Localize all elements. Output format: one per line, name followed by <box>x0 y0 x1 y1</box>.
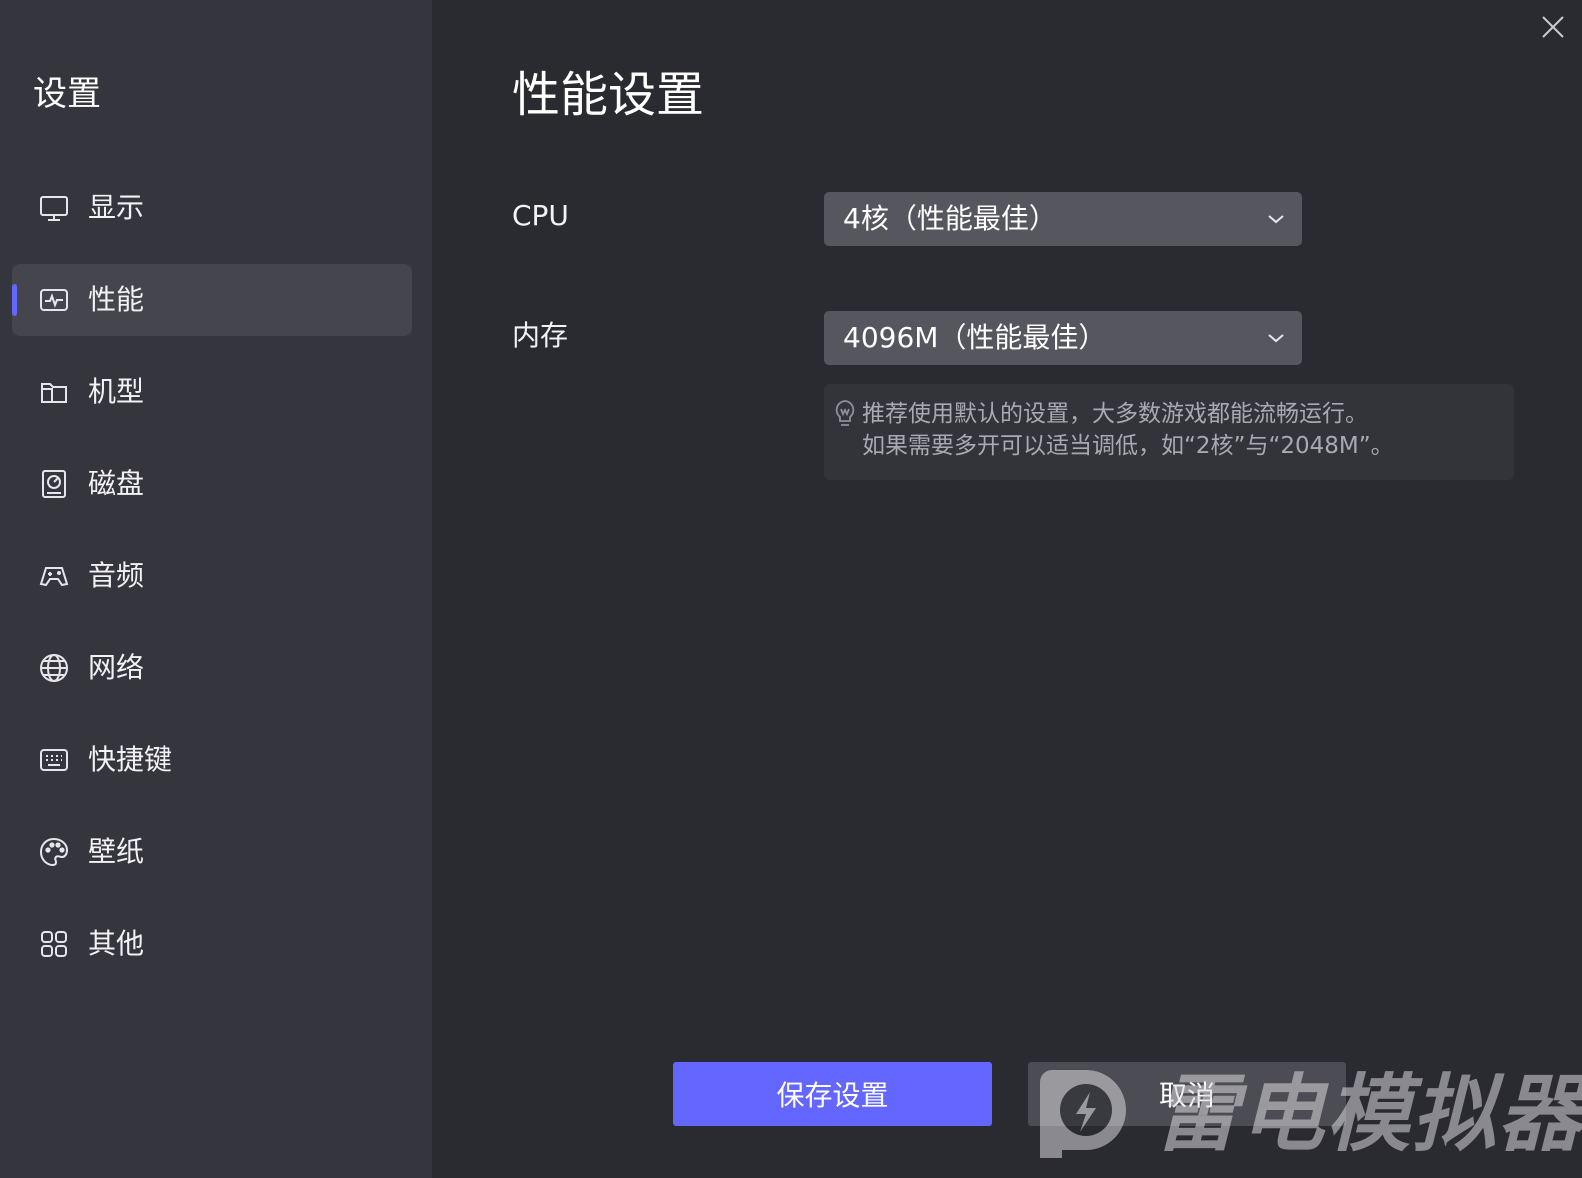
hint-box: 推荐使用默认的设置，大多数游戏都能流畅运行。 如果需要多开可以适当调低，如“2核… <box>824 384 1514 480</box>
sidebar-item-network[interactable]: 网络 <box>12 632 412 704</box>
disk-icon <box>38 468 70 500</box>
sidebar-item-label: 性能 <box>88 283 145 316</box>
keyboard-icon <box>38 744 70 776</box>
globe-icon <box>38 652 70 684</box>
sidebar-item-shortcuts[interactable]: 快捷键 <box>12 724 412 796</box>
close-icon <box>1542 16 1564 38</box>
hint-line-1: 推荐使用默认的设置，大多数游戏都能流畅运行。 <box>862 401 1368 427</box>
cancel-button[interactable]: 取消 <box>1028 1062 1346 1126</box>
chevron-down-icon <box>1266 328 1286 348</box>
palette-icon <box>38 836 70 868</box>
sidebar-item-performance[interactable]: 性能 <box>12 264 412 336</box>
sidebar-item-display[interactable]: 显示 <box>12 172 412 244</box>
sidebar-item-other[interactable]: 其他 <box>12 908 412 980</box>
sidebar-item-label: 网络 <box>88 651 145 684</box>
close-button[interactable] <box>1540 14 1566 40</box>
sidebar-item-audio[interactable]: 音频 <box>12 540 412 612</box>
memory-select[interactable]: 4096M（性能最佳） <box>824 311 1302 365</box>
grid-icon <box>38 928 70 960</box>
chevron-down-icon <box>1266 209 1286 229</box>
memory-select-value: 4096M（性能最佳） <box>843 321 1107 354</box>
memory-label: 内存 <box>512 319 569 352</box>
sidebar-item-label: 显示 <box>88 191 145 224</box>
sidebar-item-label: 音频 <box>88 559 145 592</box>
sidebar-nav: 显示 性能 机型 磁盘 音频 网络 快捷键 壁纸 其他 <box>12 172 412 1000</box>
hint-line-2: 如果需要多开可以适当调低，如“2核”与“2048M”。 <box>862 433 1394 459</box>
sidebar-item-label: 机型 <box>88 375 145 408</box>
sidebar-item-label: 快捷键 <box>88 743 173 776</box>
cpu-select[interactable]: 4核（性能最佳） <box>824 192 1302 246</box>
sidebar-item-model[interactable]: 机型 <box>12 356 412 428</box>
lightbulb-icon <box>832 398 858 428</box>
sidebar-item-disk[interactable]: 磁盘 <box>12 448 412 520</box>
sidebar-title: 设置 <box>33 74 101 114</box>
sidebar-item-wallpaper[interactable]: 壁纸 <box>12 816 412 888</box>
cpu-select-value: 4核（性能最佳） <box>843 202 1057 235</box>
sidebar-item-label: 其他 <box>88 927 145 960</box>
save-button[interactable]: 保存设置 <box>673 1062 992 1126</box>
sidebar: 设置 显示 性能 机型 磁盘 音频 网络 快捷键 壁纸 其他 <box>0 0 432 1178</box>
sidebar-item-label: 壁纸 <box>88 835 145 868</box>
cpu-label: CPU <box>512 199 569 232</box>
sidebar-item-label: 磁盘 <box>88 467 145 500</box>
page-title: 性能设置 <box>512 67 705 123</box>
gamepad-icon <box>38 560 70 592</box>
monitor-icon <box>38 192 70 224</box>
performance-icon <box>38 284 70 316</box>
folder-icon <box>38 376 70 408</box>
